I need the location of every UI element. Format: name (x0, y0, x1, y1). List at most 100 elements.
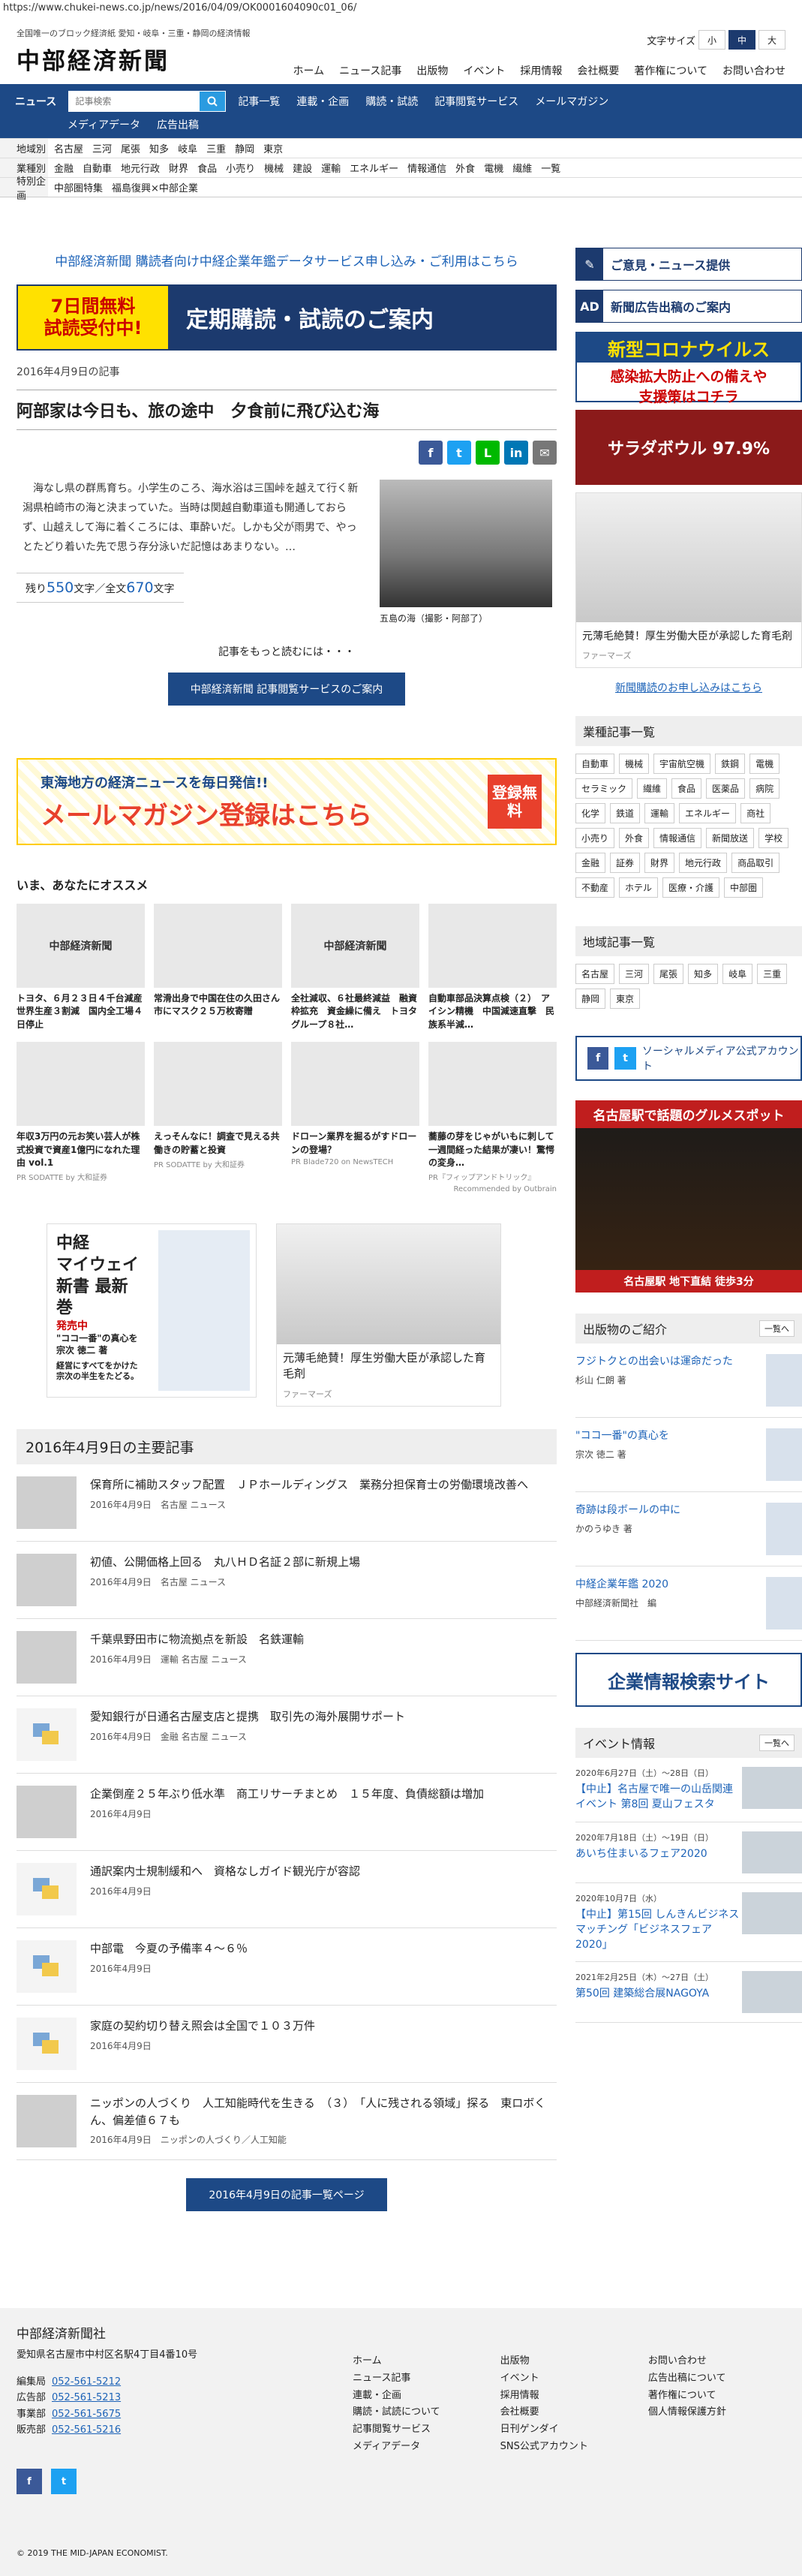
article-link-title[interactable]: 企業倒産２５年ぶり低水準 商工リサーチまとめ １５年度、負債総額は増加 (90, 1786, 484, 1803)
publications-list-link[interactable]: 一覧へ (759, 1320, 794, 1337)
topnav-publications[interactable]: 出版物 (416, 63, 448, 78)
tag-link[interactable]: 金融 (575, 853, 606, 873)
footer-link[interactable]: 出版物 (500, 2353, 588, 2370)
tag-link[interactable]: 中部圏 (724, 877, 764, 898)
tag-link[interactable]: 財界 (644, 853, 675, 873)
subnav-item[interactable]: 自動車 (83, 161, 112, 175)
footer-link[interactable]: 購読・試読について (353, 2404, 440, 2421)
subnav-item[interactable]: 静岡 (235, 141, 254, 155)
font-size-medium-button[interactable]: 中 (728, 30, 755, 50)
subnav-item[interactable]: 機械 (264, 161, 284, 175)
event-title[interactable]: 【中止】第15回 しんきんビジネスマッチング「ビジネスフェア2020」 (575, 1907, 742, 1953)
subnav-item[interactable]: 食品 (197, 161, 217, 175)
article-link-title[interactable]: 愛知銀行が日通名古屋支店と提携 取引先の海外展開サポート (90, 1708, 405, 1726)
trial-subscription-banner[interactable]: 7日間無料 試読受付中! 定期購読・試読のご案内 (17, 284, 557, 351)
tag-link[interactable]: 三河 (619, 964, 650, 984)
tag-link[interactable]: 知多 (688, 964, 719, 984)
footer-phone-number[interactable]: 052-561-5213 (52, 2392, 121, 2403)
tag-link[interactable]: 鉄道 (610, 803, 641, 823)
saladbowl-ad[interactable]: サラダボウル 97.9% (575, 410, 802, 485)
font-size-small-button[interactable]: 小 (698, 30, 725, 50)
font-size-large-button[interactable]: 大 (758, 30, 785, 50)
article-category[interactable]: 名古屋 ニュース (161, 1577, 226, 1587)
footer-link[interactable]: メディアデータ (353, 2439, 440, 2456)
topnav-recruit[interactable]: 採用情報 (520, 63, 562, 78)
article-link-title[interactable]: 通訳案内士規制緩和へ 資格なしガイド観光庁が容認 (90, 1863, 360, 1880)
tag-link[interactable]: 学校 (758, 828, 789, 848)
footer-link[interactable]: 著作権について (648, 2388, 726, 2405)
ad-placement-button[interactable]: AD 新聞広告出稿のご案内 (575, 290, 802, 323)
hair-growth-ad[interactable]: 元薄毛絶賛！厚生労働大臣が承認した育毛剤 ファーマーズ (276, 1223, 501, 1407)
publication-title[interactable]: 中経企業年鑑 2020 (575, 1577, 668, 1592)
tag-link[interactable]: 医療・介護 (662, 877, 720, 898)
article-link-title[interactable]: 保育所に補助スタッフ配置 ＪＰホールディングス 業務分担保育士の労働環境改善へ (90, 1476, 528, 1494)
event-item[interactable]: 2020年6月27日（土）～28日（日） 【中止】名古屋で唯一の山岳関連イベント … (575, 1758, 802, 1822)
article-row[interactable]: 家庭の契約切り替え照会は全国で１０３万件 2016年4月9日 (17, 2006, 557, 2084)
sidebar-hair-ad[interactable]: 元薄毛絶賛！厚生労働大臣が承認した育毛剤 ファーマーズ (575, 492, 802, 668)
topnav-contact[interactable]: お問い合わせ (722, 63, 785, 78)
article-row[interactable]: 企業倒産２５年ぶり低水準 商工リサーチまとめ １５年度、負債総額は増加 2016年… (17, 1774, 557, 1852)
tag-link[interactable]: 商社 (740, 803, 771, 823)
footer-link[interactable]: ニュース記事 (353, 2370, 440, 2388)
twitter-icon[interactable]: t (51, 2469, 77, 2494)
footer-link[interactable]: 広告出稿について (648, 2370, 726, 2388)
subnav-item[interactable]: 知多 (149, 141, 169, 155)
article-category[interactable]: ニッポンの人づくり／人工知能 (161, 2135, 287, 2145)
tag-link[interactable]: 三重 (757, 964, 788, 984)
subnav-item[interactable]: 外食 (455, 161, 475, 175)
tag-link[interactable]: 名古屋 (575, 964, 615, 984)
publication-title[interactable]: フジトクとの出会いは運命だった (575, 1354, 733, 1369)
tag-link[interactable]: セラミック (575, 778, 633, 799)
footer-link[interactable]: 会社概要 (500, 2404, 588, 2421)
event-item[interactable]: 2021年2月25日（木）～27日（土） 第50回 建築総合展NAGOYA (575, 1962, 802, 2024)
footer-link[interactable]: お問い合わせ (648, 2353, 726, 2370)
tag-link[interactable]: 静岡 (575, 989, 606, 1009)
opinion-news-button[interactable]: ✎ ご意見・ニュース提供 (575, 248, 802, 281)
event-item[interactable]: 2020年7月18日（土）～19日（日） あいち住まいるフェア2020 (575, 1822, 802, 1883)
tag-link[interactable]: 機械 (619, 754, 650, 774)
mail-share-icon[interactable]: ✉ (533, 441, 557, 465)
tag-link[interactable]: 岐阜 (722, 964, 753, 984)
article-category[interactable]: 金融 名古屋 ニュース (161, 1732, 247, 1742)
subnav-item[interactable]: 地元行政 (121, 161, 160, 175)
recommend-card[interactable]: 年収3万円の元お笑い芸人が株式投資で資産1億円になれた理由 vol.1 PR SO… (17, 1042, 145, 1182)
subnav-item[interactable]: 金融 (54, 161, 74, 175)
linkedin-share-icon[interactable]: in (504, 441, 528, 465)
nav-article-list[interactable]: 記事一覧 (238, 94, 280, 109)
yearbook-service-link[interactable]: 中部経済新聞 購読者向け中経企業年鑑データサービス申し込み・ご利用はこちら (17, 251, 557, 269)
tag-link[interactable]: 証券 (610, 853, 641, 873)
topnav-home[interactable]: ホーム (293, 63, 325, 78)
book-advertisement[interactable]: 中経 マイウェイ 新書 最新巻 発売中 "ココ一番"の真心を 宗次 徳二 著 経… (47, 1223, 257, 1398)
publication-item[interactable]: 奇跡は段ボールの中に かのうゆき 著 (575, 1492, 802, 1566)
tag-link[interactable]: 東京 (610, 989, 641, 1009)
tag-link[interactable]: 化学 (575, 803, 606, 823)
subnav-item[interactable]: 中部圏特集 (54, 180, 103, 194)
twitter-share-icon[interactable]: t (447, 441, 471, 465)
article-row[interactable]: 保育所に補助スタッフ配置 ＪＰホールディングス 業務分担保育士の労働環境改善へ 2… (17, 1464, 557, 1542)
event-title[interactable]: 第50回 建築総合展NAGOYA (575, 1986, 713, 2001)
tag-link[interactable]: 商品取引 (731, 853, 780, 873)
outbrain-credit[interactable]: Recommended by Outbrain (17, 1185, 557, 1193)
mailmagazine-banner[interactable]: 東海地方の経済ニュースを毎日発信!! メールマガジン登録はこちら 登録無料 (17, 758, 557, 845)
tag-link[interactable]: 宇宙航空機 (653, 754, 711, 774)
footer-phone-number[interactable]: 052-561-5212 (52, 2376, 121, 2388)
subnav-item[interactable]: 三河 (92, 141, 112, 155)
article-row[interactable]: 千葉県野田市に物流拠点を新設 名鉄運輸 2016年4月9日 運輸 名古屋 ニュース (17, 1619, 557, 1697)
footer-link[interactable]: イベント (500, 2370, 588, 2388)
recommend-card[interactable]: 蕎藤の芽をじゃがいもに刺して一週間経った結果が凄い！驚愕の変身… PR『フィップア… (428, 1042, 557, 1182)
facebook-icon[interactable]: f (17, 2469, 42, 2494)
social-media-banner[interactable]: f t ソーシャルメディア公式アカウント (575, 1036, 802, 1081)
company-search-banner[interactable]: 企業情報検索サイト (575, 1653, 802, 1707)
subnav-item[interactable]: 名古屋 (54, 141, 83, 155)
article-row[interactable]: 初値、公開価格上回る 丸八ＨＤ名証２部に新規上場 2016年4月9日 名古屋 ニュー… (17, 1542, 557, 1620)
nav-series[interactable]: 連載・企画 (296, 94, 349, 109)
subnav-item[interactable]: 尾張 (121, 141, 140, 155)
publication-item[interactable]: 中経企業年鑑 2020 中部経済新聞社 編 (575, 1566, 802, 1641)
recommend-card[interactable]: 中部経済新聞 トヨタ、６月２３日４千台減産 世界生産３割減 国内全工場４日停止 (17, 904, 152, 1033)
topnav-news[interactable]: ニュース記事 (339, 63, 401, 78)
event-title[interactable]: あいち住まいるフェア2020 (575, 1846, 713, 1861)
search-button[interactable] (200, 91, 226, 111)
footer-link[interactable]: SNS公式アカウント (500, 2439, 588, 2456)
nav-news[interactable]: ニュース (8, 91, 64, 112)
article-link-title[interactable]: 中部電 今夏の予備率４～６％ (90, 1940, 248, 1958)
